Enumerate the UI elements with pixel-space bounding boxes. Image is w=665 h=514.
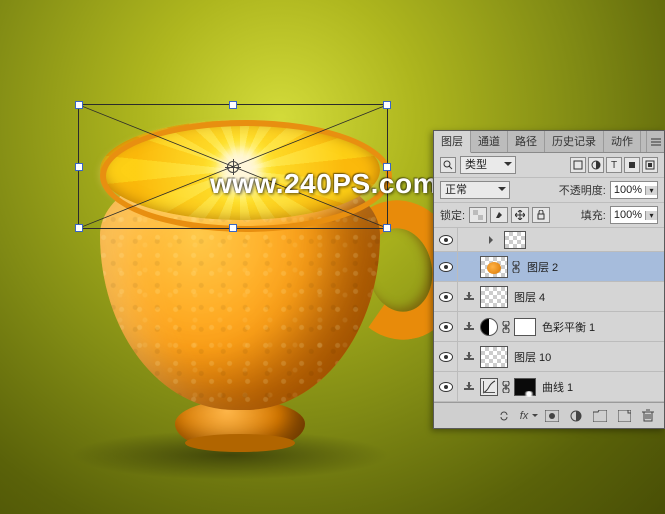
link-layers-button[interactable] [496,408,512,424]
filter-shape-icon[interactable] [624,157,640,173]
layer-row[interactable]: 图层 4 [434,282,664,312]
transform-handle-bottom-left[interactable] [75,224,83,232]
chevron-down-icon[interactable]: ▾ [645,186,657,195]
opacity-value: 100% [611,184,645,196]
new-adjustment-button[interactable] [568,408,584,424]
layer-thumbnail[interactable] [480,256,508,278]
opacity-label: 不透明度: [559,182,606,198]
layer-row-adjustment[interactable]: 色彩平衡 1 [434,312,664,342]
layer-style-button[interactable]: fx [520,408,536,424]
visibility-toggle[interactable] [434,252,458,281]
clip-arrow-icon [464,292,474,302]
link-icon [511,261,521,273]
transform-handle-mid-left[interactable] [75,163,83,171]
layer-name[interactable]: 图层 10 [514,349,551,365]
watermark-text: www.240PS.com [210,168,438,200]
layer-thumbnail[interactable] [480,346,508,368]
delete-layer-button[interactable] [640,408,656,424]
layer-thumbnail [504,231,526,249]
link-icon [501,381,511,393]
fill-value: 100% [611,209,645,221]
clipping-indicator [458,282,480,311]
color-balance-icon[interactable] [480,318,498,336]
chevron-right-icon[interactable] [489,236,497,244]
clipping-indicator [458,312,480,341]
lock-all-icon[interactable] [532,207,550,223]
filter-adjustment-icon[interactable] [588,157,604,173]
add-mask-button[interactable] [544,408,560,424]
blend-mode-select[interactable]: 正常 [440,181,510,199]
clip-arrow-icon [464,352,474,362]
transform-handle-top-right[interactable] [383,101,391,109]
visibility-toggle[interactable] [434,342,458,371]
layer-row[interactable]: 图层 10 [434,342,664,372]
link-icon [501,321,511,333]
panel-tab-strip: 图层 通道 路径 历史记录 动作 [434,131,664,153]
clip-arrow-icon [464,322,474,332]
lock-position-icon[interactable] [511,207,529,223]
layer-list: 图层 2 图层 4 色彩平衡 1 图层 10 [434,228,664,402]
layer-row-selected[interactable]: 图层 2 [434,252,664,282]
eye-icon [439,292,453,302]
fill-input[interactable]: 100% ▾ [610,206,658,224]
eye-icon [439,262,453,272]
visibility-toggle[interactable] [434,372,458,401]
panel-menu-button[interactable] [646,131,664,152]
free-transform-bounding-box[interactable] [78,104,388,229]
layer-filter-row: 类型 T [434,153,664,178]
tab-layers[interactable]: 图层 [434,131,471,153]
tab-channels[interactable]: 通道 [471,131,508,152]
eye-icon [439,352,453,362]
tab-history[interactable]: 历史记录 [545,131,604,152]
layer-name[interactable]: 曲线 1 [542,379,573,395]
eye-icon [439,235,453,245]
layer-mask-thumbnail[interactable] [514,378,536,396]
eye-icon [439,382,453,392]
filter-search-icon[interactable] [440,157,456,173]
curves-icon[interactable] [480,378,498,396]
layer-name[interactable]: 图层 2 [527,259,558,275]
layer-row-group-stub[interactable] [434,228,664,252]
layer-row-adjustment[interactable]: 曲线 1 [434,372,664,402]
filter-type-icon[interactable]: T [606,157,622,173]
visibility-toggle[interactable] [434,228,458,251]
transform-handle-top-left[interactable] [75,101,83,109]
clipping-indicator [458,372,480,401]
filter-kind-select[interactable]: 类型 [460,156,516,174]
new-group-button[interactable] [592,408,608,424]
transform-handle-bottom-center[interactable] [229,224,237,232]
layers-panel-bottom-bar: fx [434,402,664,428]
layer-indent [458,252,480,281]
blend-opacity-row: 正常 不透明度: 100% ▾ [434,178,664,203]
lock-pixels-icon[interactable] [490,207,508,223]
layer-mask-thumbnail[interactable] [514,318,536,336]
tab-actions[interactable]: 动作 [604,131,641,152]
lock-label: 锁定: [440,207,465,223]
layer-name[interactable]: 色彩平衡 1 [542,319,595,335]
clipping-indicator [458,342,480,371]
filter-smart-icon[interactable] [642,157,658,173]
transform-handle-bottom-right[interactable] [383,224,391,232]
visibility-toggle[interactable] [434,282,458,311]
lock-transparency-icon[interactable] [469,207,487,223]
fill-label: 填充: [581,207,606,223]
chevron-down-icon[interactable]: ▾ [645,211,657,220]
clip-arrow-icon [464,382,474,392]
layers-panel[interactable]: 图层 通道 路径 历史记录 动作 类型 T 正常 不透明度: 100% ▾ 锁定… [433,130,665,429]
tab-paths[interactable]: 路径 [508,131,545,152]
new-layer-button[interactable] [616,408,632,424]
layer-thumbnail[interactable] [480,286,508,308]
opacity-input[interactable]: 100% ▾ [610,181,658,199]
transform-handle-top-center[interactable] [229,101,237,109]
visibility-toggle[interactable] [434,312,458,341]
layer-name[interactable]: 图层 4 [514,289,545,305]
eye-icon [439,322,453,332]
filter-pixel-icon[interactable] [570,157,586,173]
lock-fill-row: 锁定: 填充: 100% ▾ [434,203,664,228]
